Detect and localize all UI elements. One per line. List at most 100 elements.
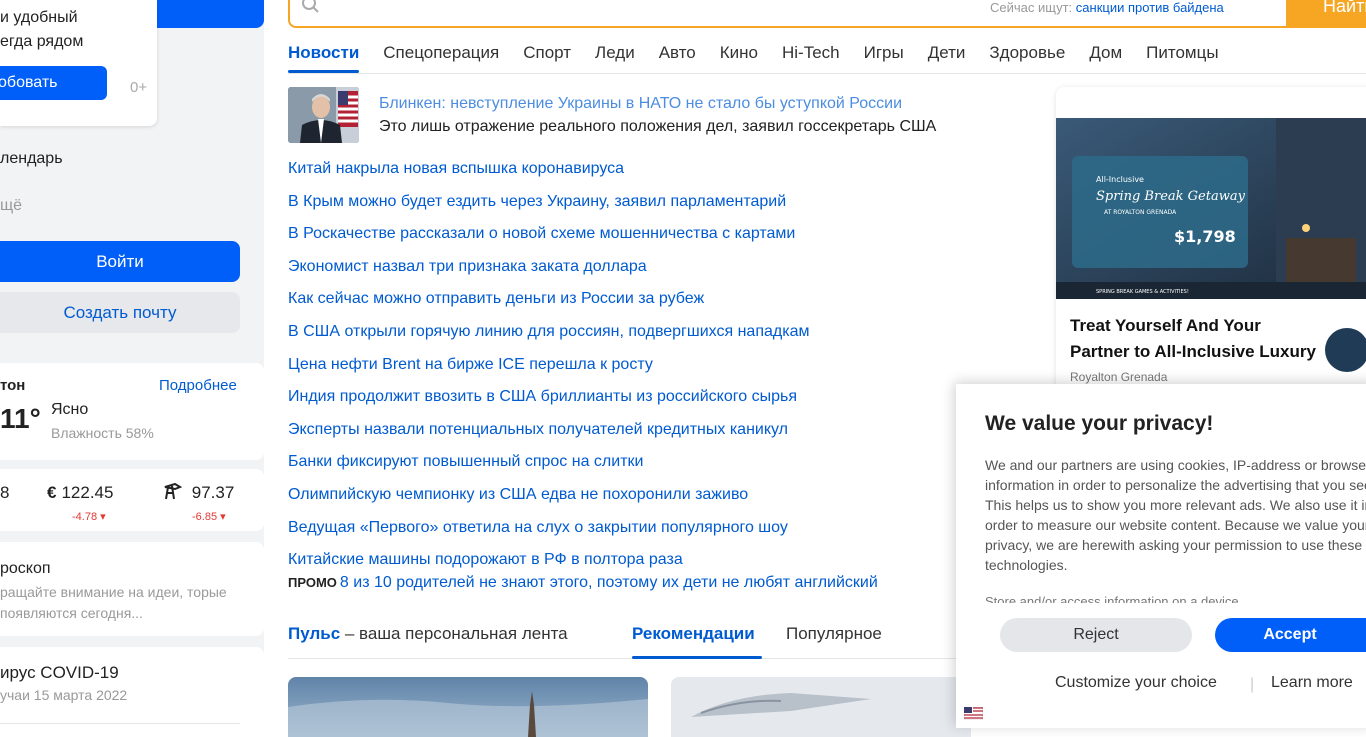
search-hint-prefix: Сейчас ищут: [990,0,1073,15]
more-link[interactable]: щё [0,197,22,215]
news-link[interactable]: В Роскачестве рассказали о новой схеме м… [288,225,795,242]
tab-special-operation[interactable]: Спецоперация [383,43,499,73]
weather-condition: Ясно [51,401,89,418]
tab-home[interactable]: Дом [1089,43,1122,73]
learn-more-link[interactable]: Learn more [1271,674,1353,692]
language-flag-icon[interactable] [964,707,983,720]
promo-news-item[interactable]: ПРОМО 8 из 10 родителей не знают этого, п… [288,574,878,592]
ad-next-button[interactable] [1325,328,1366,372]
news-link[interactable]: Экономист назвал три признака заката дол… [288,258,647,275]
weather-humidity: Влажность 58% [51,425,154,441]
covid-date: учаи 15 марта 2022 [0,687,128,703]
oil-rate-value: 97.37 [191,483,235,502]
tab-pets[interactable]: Питомцы [1146,43,1218,73]
search-trending-hint: Сейчас ищут: санкции против байдена [990,0,1224,15]
left-sidebar: и удобный егда рядом обовать 0+ лендарь … [0,0,264,737]
usd-rate-value: 8 [0,483,10,502]
horoscope-widget[interactable]: роскоп ращайте внимание на идеи, торые п… [0,542,264,636]
eur-rate-change: -4.78 ▾ [72,511,106,523]
news-list: Китай накрыла новая вспышка коронавируса… [288,153,809,577]
feed-card-image[interactable] [671,677,971,737]
tab-auto[interactable]: Авто [659,43,696,73]
tab-lady[interactable]: Леди [595,43,635,73]
news-item[interactable]: Эксперты назвали потенциальных получател… [288,414,809,447]
news-item[interactable]: В США открыли горячую линию для россиян,… [288,316,809,349]
news-item[interactable]: Ведущая «Первого» ответила на слух о зак… [288,512,809,545]
oil-rate[interactable]: 97.37 [163,482,235,503]
accept-button[interactable]: Accept [1215,618,1366,652]
news-link[interactable]: В Крым можно будет ездить через Украину,… [288,193,786,210]
promo-news-link[interactable]: 8 из 10 родителей не знают этого, поэтом… [340,574,878,591]
news-link[interactable]: Китайские машины подорожают в РФ в полто… [288,551,683,568]
customize-choice-link[interactable]: Customize your choice [1055,674,1217,692]
search-trending-query[interactable]: санкции против байдена [1076,0,1224,15]
try-button[interactable]: обовать [0,66,107,100]
weather-more-link[interactable]: Подробнее [159,377,237,394]
tab-sport[interactable]: Спорт [523,43,571,73]
promo-label: ПРОМО [288,575,337,590]
news-item[interactable]: Цена нефти Brent на бирже ICE перешла к … [288,349,809,382]
promo-text-line: егда рядом [0,33,84,50]
ad-banner-image[interactable]: All-Inclusive Spring Break Getaway AT RO… [1056,118,1366,299]
tab-hitech[interactable]: Hi-Tech [782,43,840,73]
news-item[interactable]: Олимпийскую чемпионку из США едва не пох… [288,479,809,512]
tab-recommendations[interactable]: Рекомендации [632,624,755,644]
news-item[interactable]: Китай накрыла новая вспышка коронавируса [288,153,809,186]
tab-health[interactable]: Здоровье [989,43,1065,73]
calendar-link[interactable]: лендарь [0,150,63,168]
weather-temperature: 11° [0,403,41,434]
usd-rate[interactable]: 8 [0,483,9,503]
reject-button[interactable]: Reject [1000,618,1192,652]
login-button[interactable]: Войти [0,241,240,282]
privacy-consent-dialog: We value your privacy! We and our partne… [956,384,1366,728]
ad-banner-text: AT ROYALTON GRENADA [1104,209,1177,216]
news-link[interactable]: Цена нефти Brent на бирже ICE перешла к … [288,356,653,373]
tab-games[interactable]: Игры [864,43,904,73]
tab-popular[interactable]: Популярное [786,624,882,644]
news-link[interactable]: В США открыли горячую линию для россиян,… [288,323,809,340]
lead-news-title[interactable]: Блинкен: невступление Украины в НАТО не … [379,95,902,113]
news-link[interactable]: Олимпийскую чемпионку из США едва не пох… [288,486,748,503]
create-mail-button[interactable]: Создать почту [0,292,240,333]
news-item[interactable]: Как сейчас можно отправить деньги из Рос… [288,283,809,316]
tab-pulse[interactable]: Пульс [288,624,340,643]
ad-banner-text: Spring Break Getaway [1096,189,1246,204]
tab-kids[interactable]: Дети [928,43,966,73]
eur-rate[interactable]: €122.45 [47,483,113,503]
ad-banner-text: SPRING BREAK GAMES & ACTIVITIES! [1096,289,1189,295]
promo-text-line: и удобный [0,9,78,26]
news-link[interactable]: Ведущая «Первого» ответила на слух о зак… [288,519,788,536]
news-link[interactable]: Банки фиксируют повышенный спрос на слит… [288,453,643,470]
feed-card-image[interactable] [288,677,648,737]
news-item[interactable]: Банки фиксируют повышенный спрос на слит… [288,446,809,479]
covid-widget[interactable]: ирус COVID-19 учаи 15 марта 2022 [0,647,264,737]
weather-widget[interactable]: тон Подробнее 11° Ясно Влажность 58% [0,363,264,460]
ad-banner-text: All-Inclusive [1096,175,1144,184]
oil-rate-change: -6.85 ▾ [192,511,226,523]
active-tab-indicator [632,656,762,659]
ad-title[interactable]: Treat Yourself And Your Partner to All-I… [1070,313,1320,365]
promo-top-bar [157,0,264,28]
news-item[interactable]: В Роскачестве рассказали о новой схеме м… [288,218,809,251]
news-item[interactable]: Индия продолжит ввозить в США бриллианты… [288,381,809,414]
lead-news-image[interactable] [288,87,359,143]
currency-rates-widget[interactable]: 8 €122.45 -4.78 ▾ 97.37 -6.85 ▾ [0,469,264,531]
news-item[interactable]: В Крым можно будет ездить через Украину,… [288,186,809,219]
weather-city: тон [0,377,26,394]
divider [0,723,240,724]
search-button[interactable]: Найти [1286,0,1366,28]
news-link[interactable]: Китай накрыла новая вспышка коронавируса [288,160,624,177]
horoscope-title: роскоп [0,560,51,577]
age-badge: 0+ [130,79,148,96]
link-separator: | [1250,676,1255,693]
news-link[interactable]: Как сейчас можно отправить деньги из Рос… [288,290,704,307]
tab-news[interactable]: Новости [288,43,360,73]
ad-card[interactable]: All-Inclusive Spring Break Getaway AT RO… [1056,87,1366,397]
news-item[interactable]: Экономист назвал три признака заката дол… [288,251,809,284]
feed-tabs: Пульс – ваша персональная лента Рекоменд… [288,624,882,644]
news-link[interactable]: Индия продолжит ввозить в США бриллианты… [288,388,797,405]
covid-title: ирус COVID-19 [0,663,119,682]
tab-cinema[interactable]: Кино [720,43,758,73]
news-item[interactable]: Китайские машины подорожают в РФ в полто… [288,544,809,577]
news-link[interactable]: Эксперты назвали потенциальных получател… [288,421,788,438]
